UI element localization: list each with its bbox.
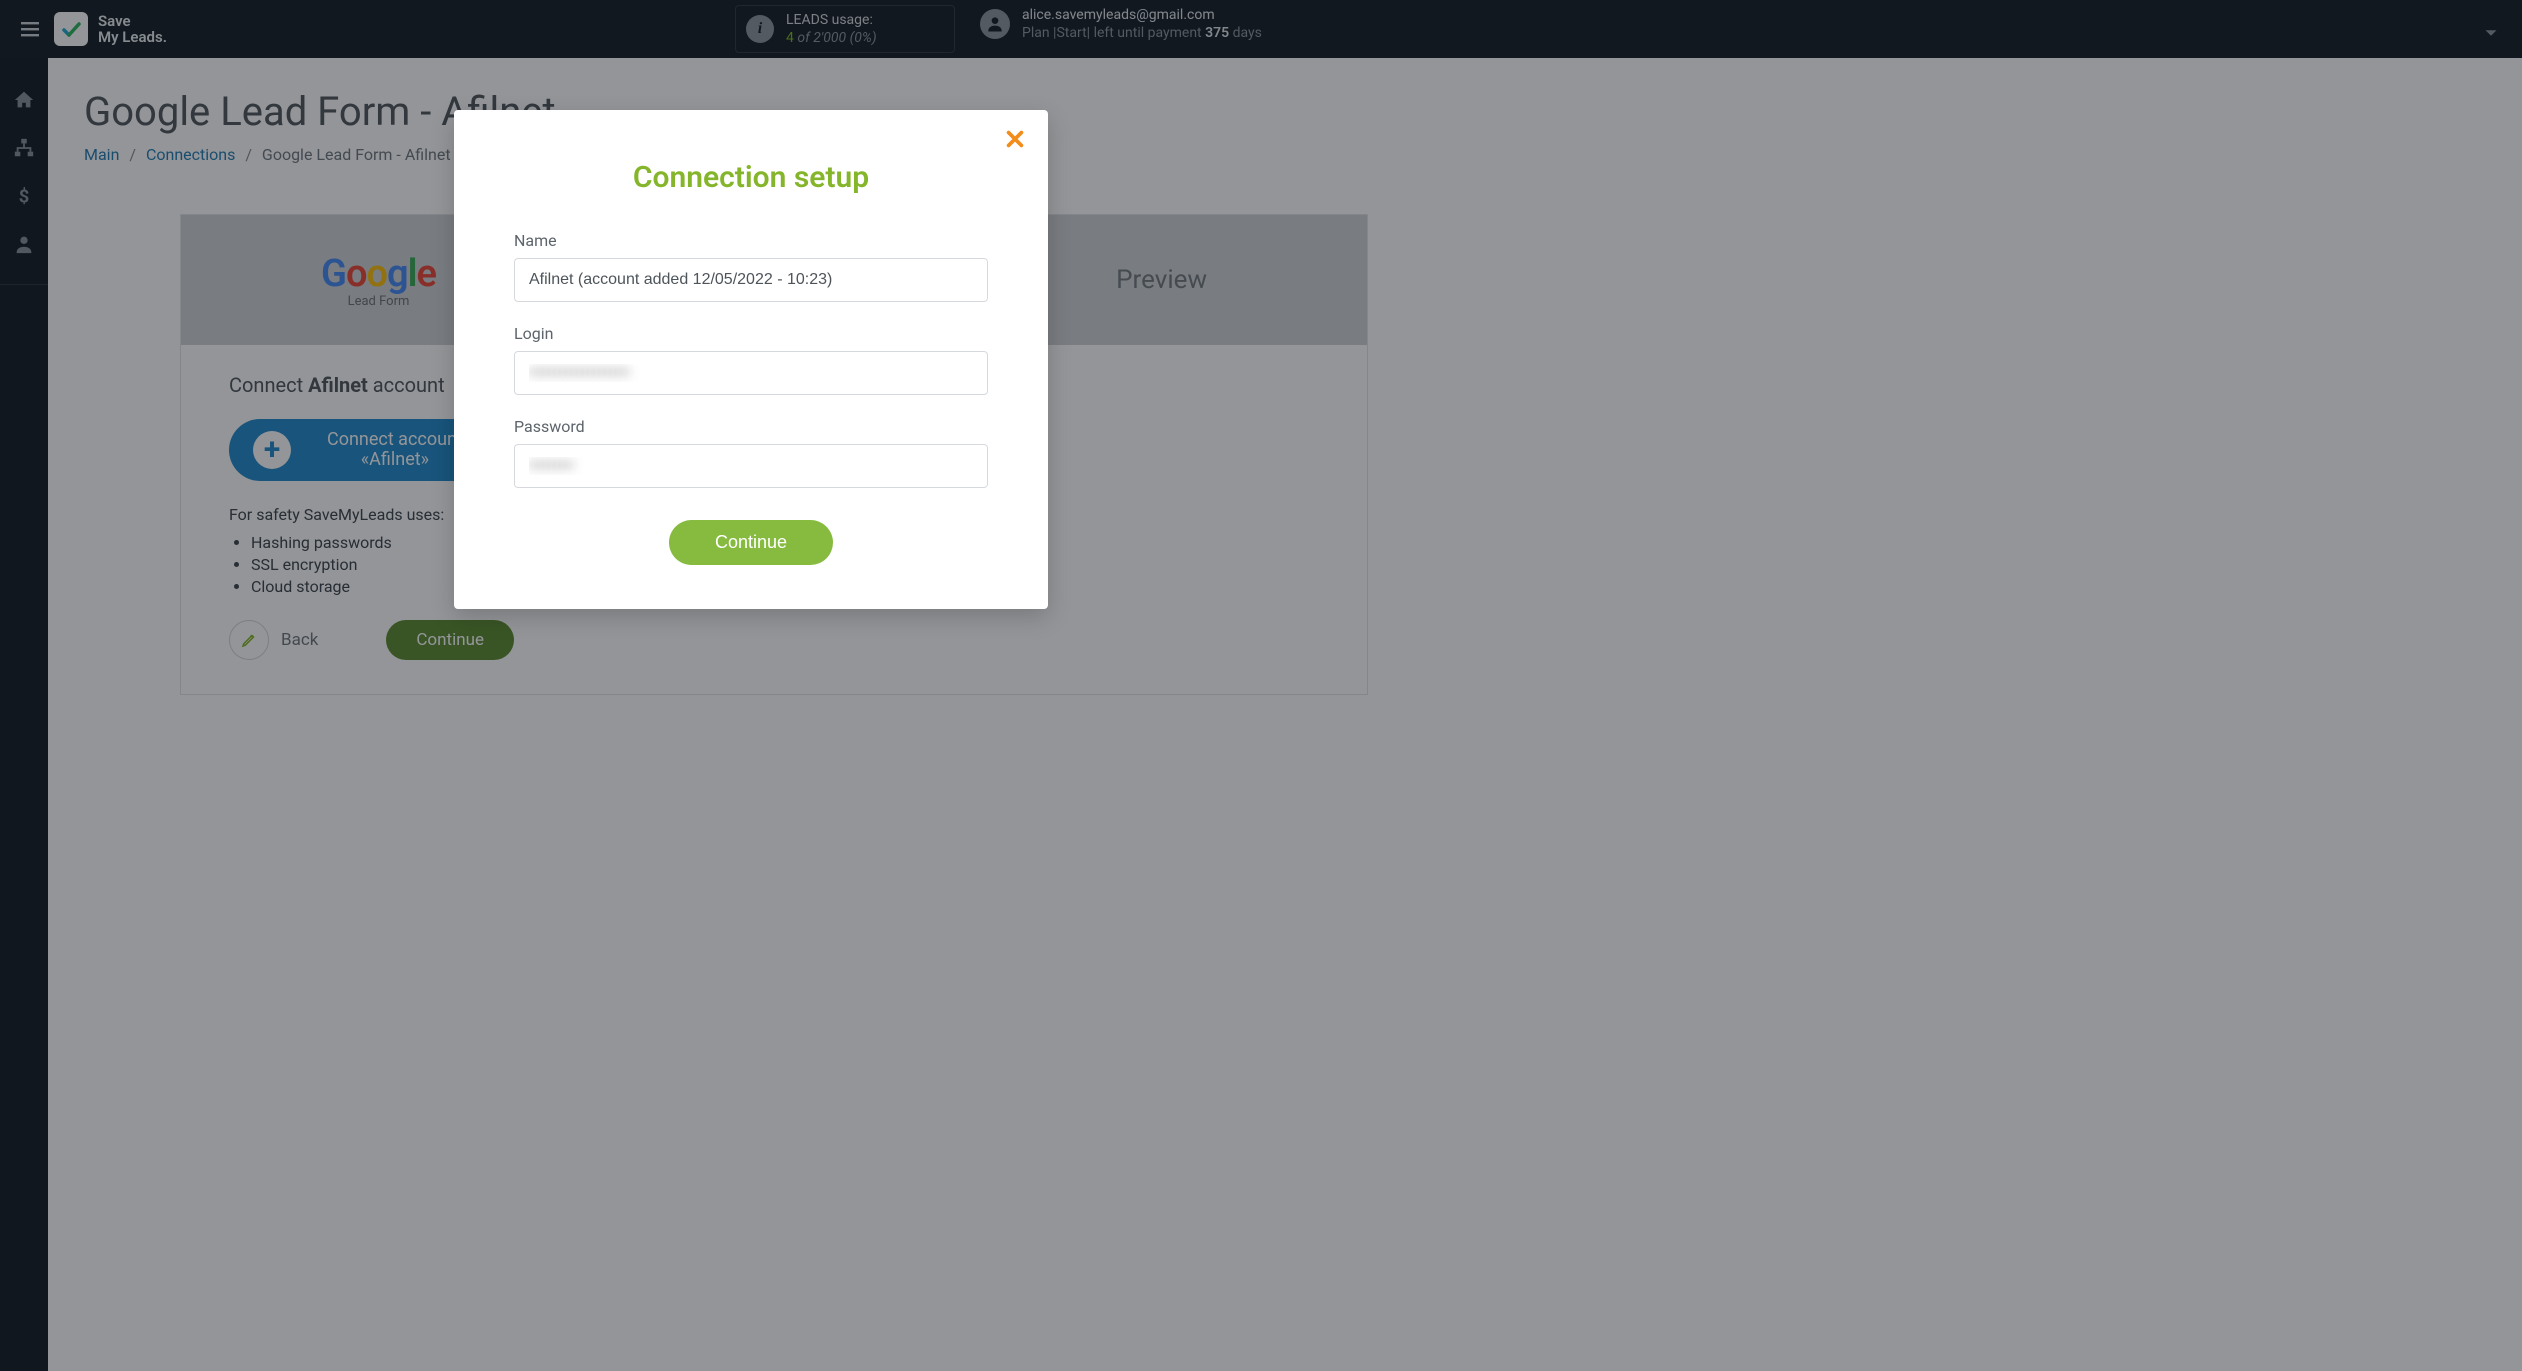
password-label: Password [514, 417, 988, 436]
name-label: Name [514, 231, 988, 250]
modal-title: Connection setup [514, 160, 988, 195]
form-group-name: Name [514, 231, 988, 302]
close-icon [1004, 128, 1026, 150]
form-group-login: Login [514, 324, 988, 395]
modal-close-button[interactable] [1004, 128, 1026, 154]
connection-setup-modal: Connection setup Name Login Password Con… [454, 110, 1048, 609]
form-group-password: Password [514, 417, 988, 488]
modal-backdrop[interactable] [0, 0, 2522, 1371]
login-label: Login [514, 324, 988, 343]
password-input[interactable] [514, 444, 988, 488]
name-input[interactable] [514, 258, 988, 302]
login-input[interactable] [514, 351, 988, 395]
modal-continue-button[interactable]: Continue [669, 520, 833, 565]
